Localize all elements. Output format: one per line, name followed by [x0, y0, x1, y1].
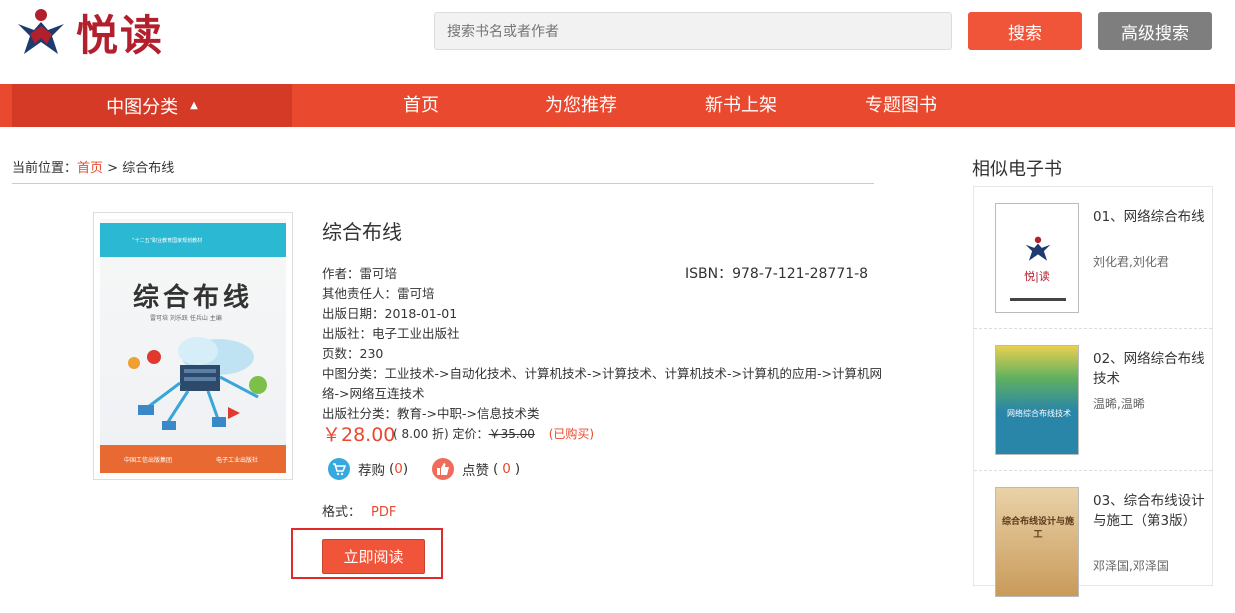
cover-publisher-left: 中国工信出版集团: [124, 457, 173, 464]
similar-cover-text: 网络综合布线技术: [1007, 409, 1071, 418]
category-menu-label: 中图分类: [106, 96, 179, 118]
book-author: 作者：雷可培: [322, 266, 398, 281]
paren-close: ): [514, 461, 521, 477]
list-price-label: 定价：: [452, 427, 489, 441]
recommend-label: 荐购: [358, 463, 385, 479]
paren-open: (: [493, 461, 499, 477]
like-count: 0: [502, 461, 511, 477]
logo-text: 悦读: [76, 10, 165, 60]
discount: ( 8.00 折): [393, 427, 449, 441]
network-cloud-illustration: [128, 337, 267, 430]
nav-new-books[interactable]: 新书上架: [705, 84, 777, 127]
logo-emblem-icon: [18, 9, 64, 54]
format-row: 格式： PDF: [322, 501, 396, 520]
list-price: ￥35.00: [488, 427, 535, 441]
book-cover[interactable]: “十二五”职业教育国家规划教材 综合布线 雷可培 刘乐跃 任兵山 主编 中国工信…: [93, 212, 293, 480]
similar-cover-text: 悦|读: [1024, 270, 1050, 283]
book-other-responsible: 其他责任人：雷可培: [322, 286, 435, 301]
caret-up-icon: ▲: [190, 100, 198, 111]
similar-book-cover[interactable]: 悦|读: [995, 203, 1079, 313]
category-menu[interactable]: 中图分类 ▲: [12, 84, 292, 127]
thumbs-up-icon: [432, 458, 454, 480]
search-button[interactable]: 搜索: [968, 12, 1082, 50]
breadcrumb: 当前位置：首页 > 综合布线: [12, 157, 174, 176]
cover-footer: 中国工信出版集团 电子工业出版社: [100, 445, 286, 473]
nav-topics[interactable]: 专题图书: [865, 84, 937, 127]
advanced-search-button[interactable]: 高级搜索: [1098, 12, 1212, 50]
book-title: 综合布线: [322, 220, 402, 244]
book-clc-line1: 中图分类：工业技术->自动化技术、计算机技术->计算技术、计算机技术->计算机的…: [322, 366, 882, 381]
similar-cover-text: 综合布线设计与施工: [1002, 517, 1075, 540]
book-publisher: 出版社：电子工业出版社: [322, 326, 460, 341]
book-isbn: ISBN：978-7-121-28771-8: [685, 266, 869, 282]
site-logo[interactable]: 悦读: [12, 4, 182, 60]
breadcrumb-separator: >: [103, 161, 123, 176]
book-clc-line2: 络->网络互连技术: [322, 386, 425, 401]
cover-publisher-right: 电子工业出版社: [216, 457, 259, 464]
like-label: 点赞: [462, 463, 489, 479]
read-now-button[interactable]: 立即阅读: [322, 539, 425, 574]
format-label: 格式：: [322, 505, 362, 520]
logo-emblem-icon: [1025, 236, 1051, 261]
similar-book-title[interactable]: 02、网络综合布线技术: [1093, 349, 1208, 389]
similar-book-title[interactable]: 03、综合布线设计与施工（第3版）: [1093, 491, 1208, 531]
breadcrumb-prefix: 当前位置：: [12, 161, 78, 176]
similar-book-author: 温晞,温晞: [1093, 397, 1145, 411]
book-publish-date: 出版日期：2018-01-01: [322, 306, 458, 321]
similar-book-author: 刘化君,刘化君: [1093, 255, 1169, 269]
recommend-purchase-button[interactable]: 荐购 (0): [328, 458, 408, 480]
nav-recommend[interactable]: 为您推荐: [545, 84, 617, 127]
search-input[interactable]: [434, 12, 952, 50]
price-details: ( 8.00 折) 定价：￥35.00 (已购买): [393, 425, 594, 442]
similar-book-item[interactable]: 网络综合布线技术 02、网络综合布线技术 温晞,温晞: [974, 329, 1212, 471]
book-price: ￥28.00: [322, 424, 396, 446]
like-button[interactable]: 点赞 (0): [432, 458, 520, 480]
similar-book-cover[interactable]: 综合布线设计与施工: [995, 487, 1079, 597]
book-pages: 页数：230: [322, 346, 384, 361]
paren-close: ): [402, 461, 409, 477]
recommend-count: 0: [394, 461, 403, 477]
cover-title: 综合布线: [132, 283, 253, 313]
cover-authors: 雷可培 刘乐跃 任兵山 主编: [150, 315, 222, 322]
breadcrumb-home-link[interactable]: 首页: [77, 161, 103, 176]
similar-book-title[interactable]: 01、网络综合布线: [1093, 207, 1208, 227]
nav-home[interactable]: 首页: [403, 84, 439, 127]
cover-publisher-mark: [1010, 298, 1066, 301]
similar-book-item[interactable]: 综合布线设计与施工 03、综合布线设计与施工（第3版） 邓泽国,邓泽国: [974, 471, 1212, 613]
similar-book-item[interactable]: 悦|读 01、网络综合布线 刘化君,刘化君: [974, 187, 1212, 329]
breadcrumb-current: 综合布线: [122, 161, 175, 176]
similar-book-cover[interactable]: 网络综合布线技术: [995, 345, 1079, 455]
similar-books-title: 相似电子书: [972, 159, 1062, 180]
cover-band: “十二五”职业教育国家规划教材: [100, 223, 286, 257]
cart-icon: [328, 458, 350, 480]
similar-books-list: 悦|读 01、网络综合布线 刘化君,刘化君 网络综合布线技术 02、网络综合布线…: [973, 186, 1213, 597]
divider: [12, 183, 874, 184]
cover-series: “十二五”职业教育国家规划教材: [132, 238, 203, 244]
purchased-badge: (已购买): [548, 427, 595, 441]
format-value: PDF: [371, 505, 397, 520]
similar-book-author: 邓泽国,邓泽国: [1093, 559, 1169, 573]
